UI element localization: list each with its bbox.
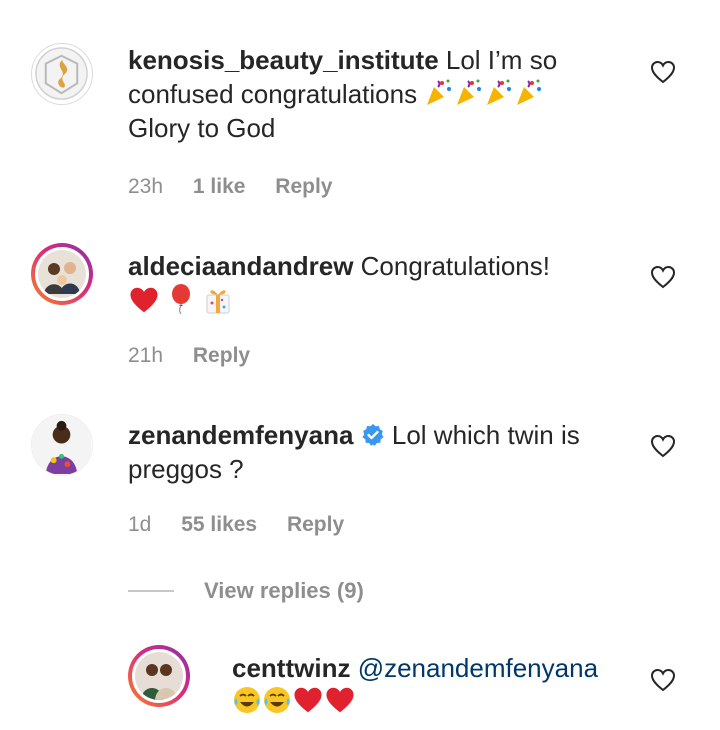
- username[interactable]: centtwinz: [232, 653, 350, 683]
- avatar[interactable]: [128, 645, 190, 707]
- red-heart-icon: [326, 687, 354, 713]
- reply-button[interactable]: Reply: [193, 344, 250, 367]
- timestamp: 1d: [128, 513, 152, 536]
- timestamp: 21h: [128, 344, 164, 367]
- comment-text: Lol which twin is: [391, 420, 580, 450]
- username[interactable]: kenosis_beauty_institute: [128, 45, 439, 75]
- like-heart-icon[interactable]: [650, 434, 676, 458]
- like-heart-icon[interactable]: [650, 265, 676, 289]
- avatar[interactable]: [31, 243, 93, 305]
- comment-meta: 1d 55 likes Reply: [128, 513, 368, 537]
- view-replies-button[interactable]: View replies (9): [204, 578, 364, 604]
- party-popper-icon: [427, 79, 452, 105]
- comment-body: zenandemfenyana Lol which twin is preggo…: [128, 418, 628, 486]
- comment-body: aldeciaandandrew Congratulations!: [128, 249, 628, 319]
- verified-badge-icon: [362, 424, 384, 446]
- reply-button[interactable]: Reply: [275, 175, 332, 198]
- tears-of-joy-icon: [234, 687, 260, 713]
- likes-count[interactable]: 55 likes: [181, 513, 257, 536]
- party-popper-emojis: [424, 79, 544, 109]
- replies-divider: [128, 590, 174, 592]
- tears-of-joy-icon: [264, 687, 290, 713]
- profile-photo-icon: [32, 415, 91, 474]
- avatar[interactable]: [31, 414, 93, 476]
- kenosis-logo-icon: [35, 47, 88, 100]
- avatar[interactable]: [31, 43, 93, 105]
- mention-link[interactable]: @zenandemfenyana: [358, 653, 598, 683]
- balloon-icon: [172, 284, 191, 315]
- red-heart-icon: [130, 287, 158, 313]
- comment-text: preggos ?: [128, 454, 244, 484]
- timestamp: 23h: [128, 175, 164, 198]
- likes-count[interactable]: 1 like: [193, 175, 246, 198]
- emoji-row: [128, 284, 234, 317]
- avatar-photo: [132, 649, 186, 703]
- comment-text: confused congratulations: [128, 79, 418, 109]
- comment-meta: 23h 1 like Reply: [128, 175, 356, 199]
- avatar-photo: [35, 247, 89, 301]
- profile-photo-icon: [38, 250, 86, 298]
- gift-icon: [206, 290, 230, 314]
- party-popper-icon: [517, 79, 542, 105]
- comment-text: Glory to God: [128, 113, 276, 143]
- red-heart-icon: [294, 687, 322, 713]
- comment-text: Congratulations!: [360, 251, 550, 281]
- emoji-row: [232, 687, 356, 717]
- reply-button[interactable]: Reply: [287, 513, 344, 536]
- like-heart-icon[interactable]: [650, 668, 676, 692]
- like-heart-icon[interactable]: [650, 60, 676, 84]
- party-popper-icon: [487, 79, 512, 105]
- username[interactable]: zenandemfenyana: [128, 420, 353, 450]
- comment-meta: 21h Reply: [128, 344, 274, 368]
- comment-body: kenosis_beauty_institute Lol I’m so conf…: [128, 43, 628, 145]
- comment-text: Lol I’m so: [445, 45, 558, 75]
- party-popper-icon: [457, 79, 482, 105]
- profile-photo-icon: [135, 652, 183, 700]
- username[interactable]: aldeciaandandrew: [128, 251, 353, 281]
- reply-body: centtwinz @zenandemfenyana: [232, 651, 652, 719]
